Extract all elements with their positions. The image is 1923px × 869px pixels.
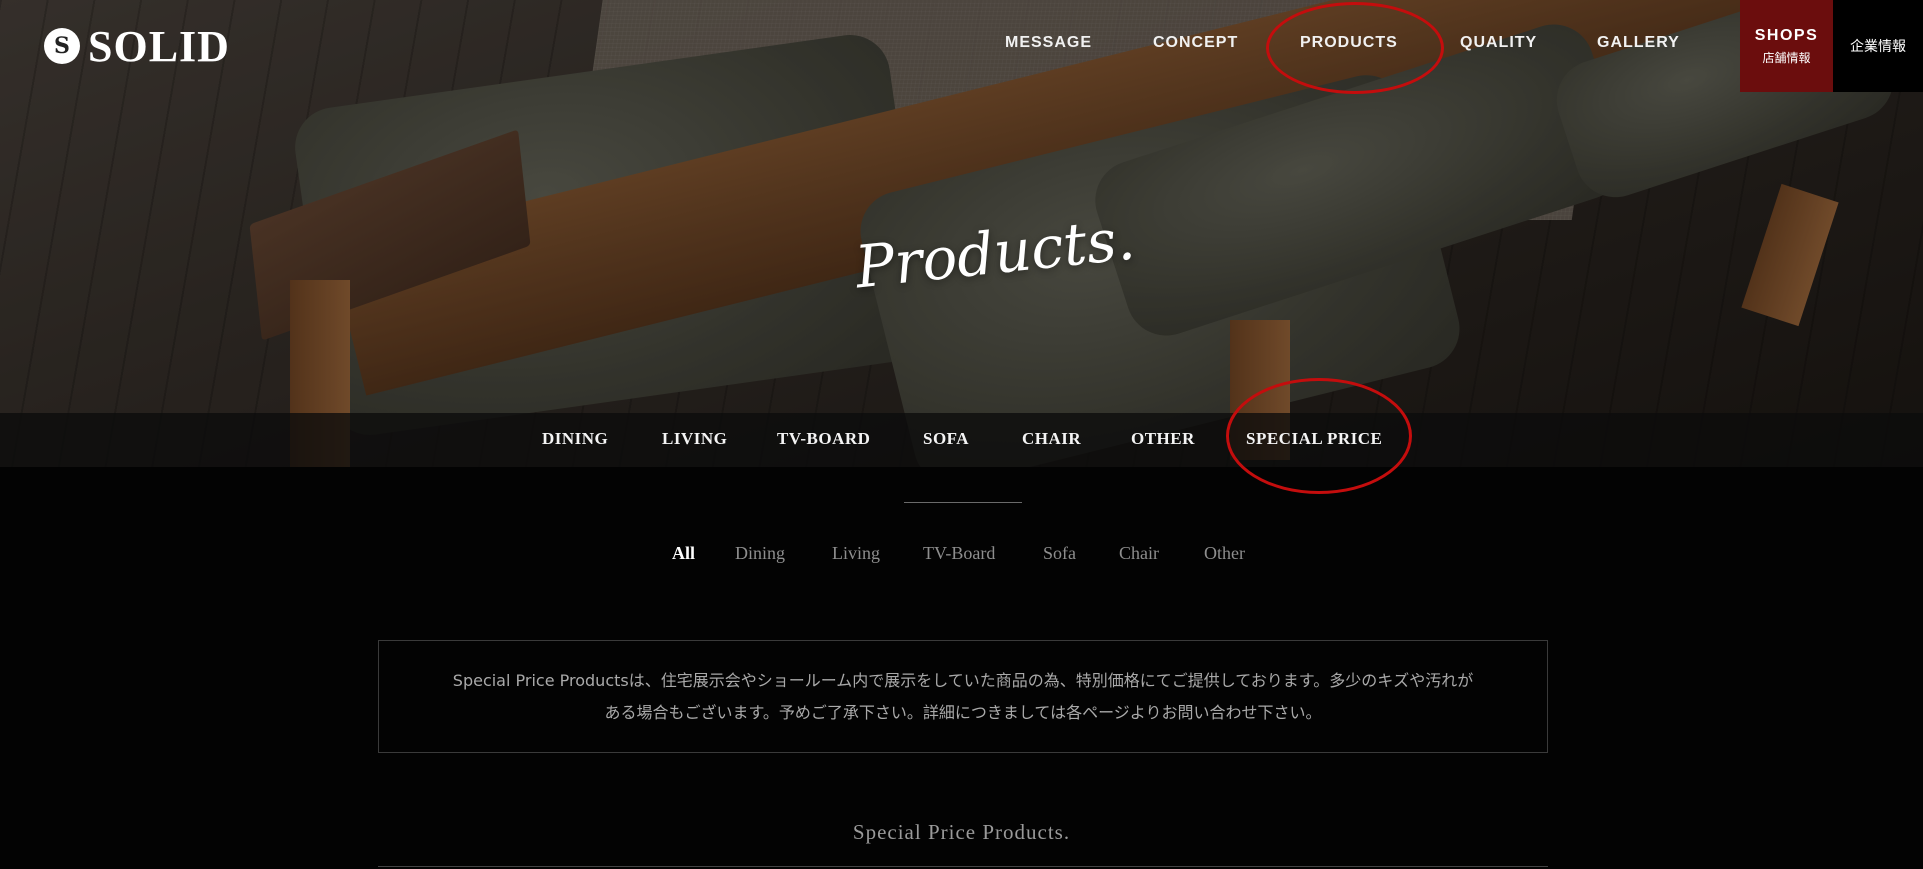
shops-label: SHOPS [1754, 26, 1819, 44]
filter-living[interactable]: Living [832, 543, 880, 564]
category-tv-board[interactable]: TV-BOARD [777, 429, 870, 449]
shops-sublabel: 店舗情報 [1762, 50, 1811, 65]
filter-other[interactable]: Other [1204, 543, 1245, 564]
category-chair[interactable]: CHAIR [1022, 429, 1081, 449]
special-price-notice: Special Price Productsは、住宅展示会やショールーム内で展示… [378, 640, 1548, 753]
notice-line-1: Special Price Productsは、住宅展示会やショールーム内で展示… [452, 670, 1474, 690]
filter-all[interactable]: All [672, 543, 695, 564]
filter-sofa[interactable]: Sofa [1043, 543, 1076, 564]
filter-dining[interactable]: Dining [735, 543, 785, 564]
nav-message[interactable]: MESSAGE [1005, 34, 1092, 52]
notice-line-2: ある場合もございます。予めご了承下さい。詳細につきましては各ページよりお問い合わ… [604, 702, 1322, 722]
section-underline [378, 866, 1548, 867]
annotation-circle-special-price [1226, 378, 1412, 494]
category-sofa[interactable]: SOFA [923, 429, 969, 449]
category-other[interactable]: OTHER [1131, 429, 1195, 449]
shops-button[interactable]: SHOPS 店舗情報 [1740, 0, 1833, 92]
nav-gallery[interactable]: GALLERY [1597, 34, 1680, 52]
section-title: Special Price Products. [852, 820, 1071, 844]
corporate-info-button[interactable]: 企業情報 [1833, 0, 1923, 92]
filter-chair[interactable]: Chair [1119, 543, 1159, 564]
filter-tv-board[interactable]: TV-Board [923, 543, 995, 564]
section-divider [904, 502, 1022, 503]
top-navigation: MESSAGE CONCEPT PRODUCTS QUALITY GALLERY [0, 34, 1923, 56]
nav-quality[interactable]: QUALITY [1460, 34, 1537, 52]
category-nav: DINING LIVING TV-BOARD SOFA CHAIR OTHER … [0, 413, 1923, 467]
annotation-circle-products [1266, 2, 1444, 94]
hero-banner: S SOLID MESSAGE CONCEPT PRODUCTS QUALITY… [0, 0, 1923, 467]
category-living[interactable]: LIVING [662, 429, 727, 449]
category-dining[interactable]: DINING [542, 429, 608, 449]
nav-concept[interactable]: CONCEPT [1153, 34, 1238, 52]
